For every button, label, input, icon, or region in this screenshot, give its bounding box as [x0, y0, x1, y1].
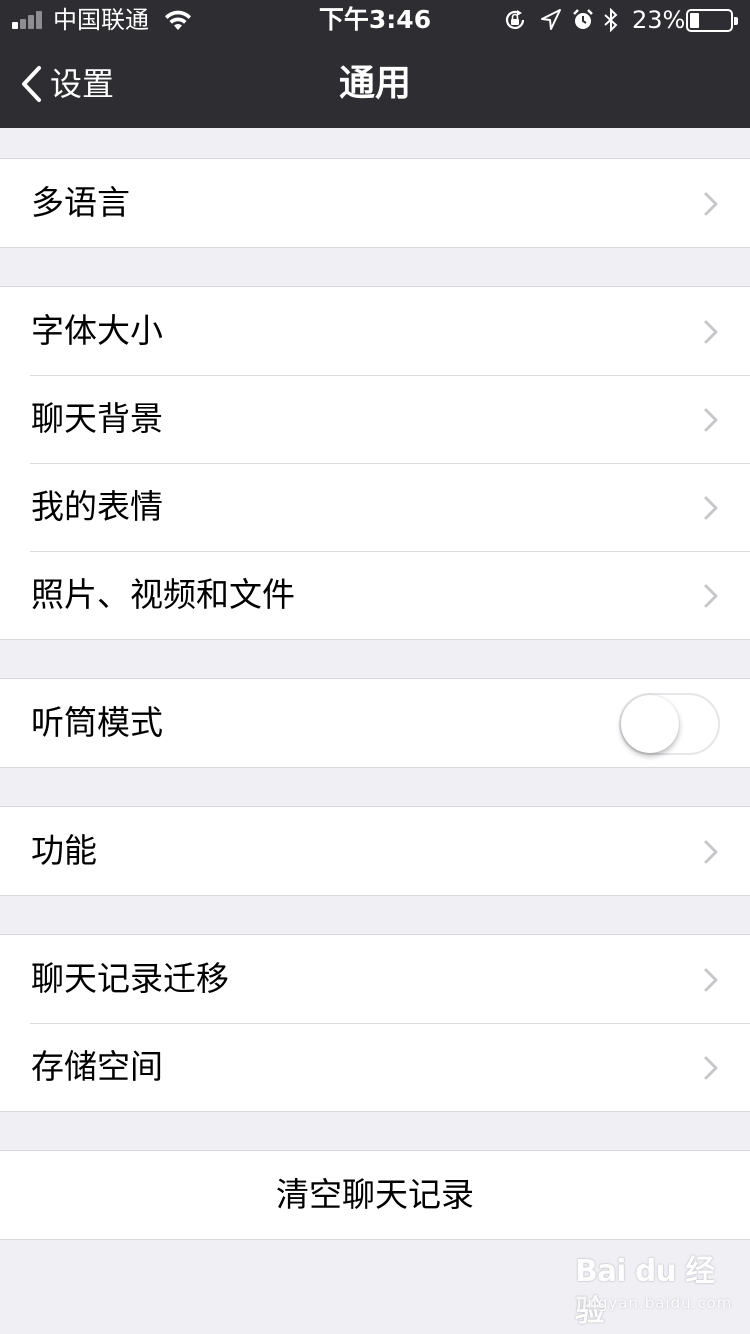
- settings-group-earpiece: 听筒模式: [0, 678, 750, 768]
- chevron-right-icon: [704, 320, 718, 344]
- watermark-sub: jingyan.baidu.com: [577, 1294, 733, 1312]
- cell-font-size[interactable]: 字体大小: [0, 287, 750, 375]
- chevron-right-icon: [704, 192, 718, 216]
- settings-group-display: 字体大小 聊天背景 我的表情 照片、视频和文件: [0, 286, 750, 640]
- watermark-main: Bai du 经验: [575, 1254, 715, 1329]
- battery-fill: [690, 13, 699, 28]
- cell-storage-space[interactable]: 存储空间: [0, 1023, 750, 1111]
- chevron-right-icon: [704, 840, 718, 864]
- earpiece-mode-toggle[interactable]: [619, 693, 720, 755]
- navigation-bar: 设置 通用: [0, 40, 750, 128]
- top-bar: 中国联通 下午3:46 23% 设置 通用: [0, 0, 750, 128]
- cell-earpiece-mode: 听筒模式: [0, 679, 750, 767]
- settings-group-storage: 聊天记录迁移 存储空间: [0, 934, 750, 1112]
- bluetooth-icon: [604, 8, 618, 32]
- clear-chat-history-label: 清空聊天记录: [276, 1175, 474, 1214]
- battery-cap: [734, 17, 738, 25]
- cell-label: 照片、视频和文件: [31, 575, 295, 614]
- cell-label: 聊天记录迁移: [31, 959, 229, 998]
- settings-group-language: 多语言: [0, 158, 750, 248]
- chevron-right-icon: [704, 968, 718, 992]
- cell-label: 多语言: [31, 183, 130, 222]
- chevron-right-icon: [704, 584, 718, 608]
- cell-photos-videos-files[interactable]: 照片、视频和文件: [0, 551, 750, 639]
- settings-group-clear: 清空聊天记录: [0, 1150, 750, 1240]
- cell-label: 听筒模式: [31, 703, 163, 742]
- chevron-right-icon: [704, 1056, 718, 1080]
- cell-label: 功能: [31, 831, 97, 870]
- location-icon: [541, 9, 561, 30]
- cell-label: 聊天背景: [31, 399, 163, 438]
- cell-label: 我的表情: [31, 487, 163, 526]
- alarm-icon: [573, 9, 593, 29]
- baidu-jingyan-watermark: Bai du 经验 jingyan.baidu.com: [575, 1252, 731, 1329]
- cell-chat-background[interactable]: 聊天背景: [0, 375, 750, 463]
- toggle-knob: [621, 695, 679, 753]
- cell-label: 存储空间: [31, 1047, 163, 1086]
- status-bar: 中国联通 下午3:46 23%: [0, 0, 750, 40]
- clear-chat-history-button[interactable]: 清空聊天记录: [0, 1151, 750, 1239]
- cell-multi-language[interactable]: 多语言: [0, 159, 750, 247]
- cell-my-stickers[interactable]: 我的表情: [0, 463, 750, 551]
- chevron-right-icon: [704, 496, 718, 520]
- chevron-right-icon: [704, 408, 718, 432]
- page-title: 通用: [338, 63, 411, 104]
- cell-label: 字体大小: [31, 311, 163, 350]
- settings-group-features: 功能: [0, 806, 750, 896]
- cell-chat-history-migration[interactable]: 聊天记录迁移: [0, 935, 750, 1023]
- orientation-lock-icon: [505, 10, 525, 29]
- battery-icon: [686, 9, 738, 32]
- battery-percent: 23%: [632, 6, 686, 34]
- cell-features[interactable]: 功能: [0, 807, 750, 895]
